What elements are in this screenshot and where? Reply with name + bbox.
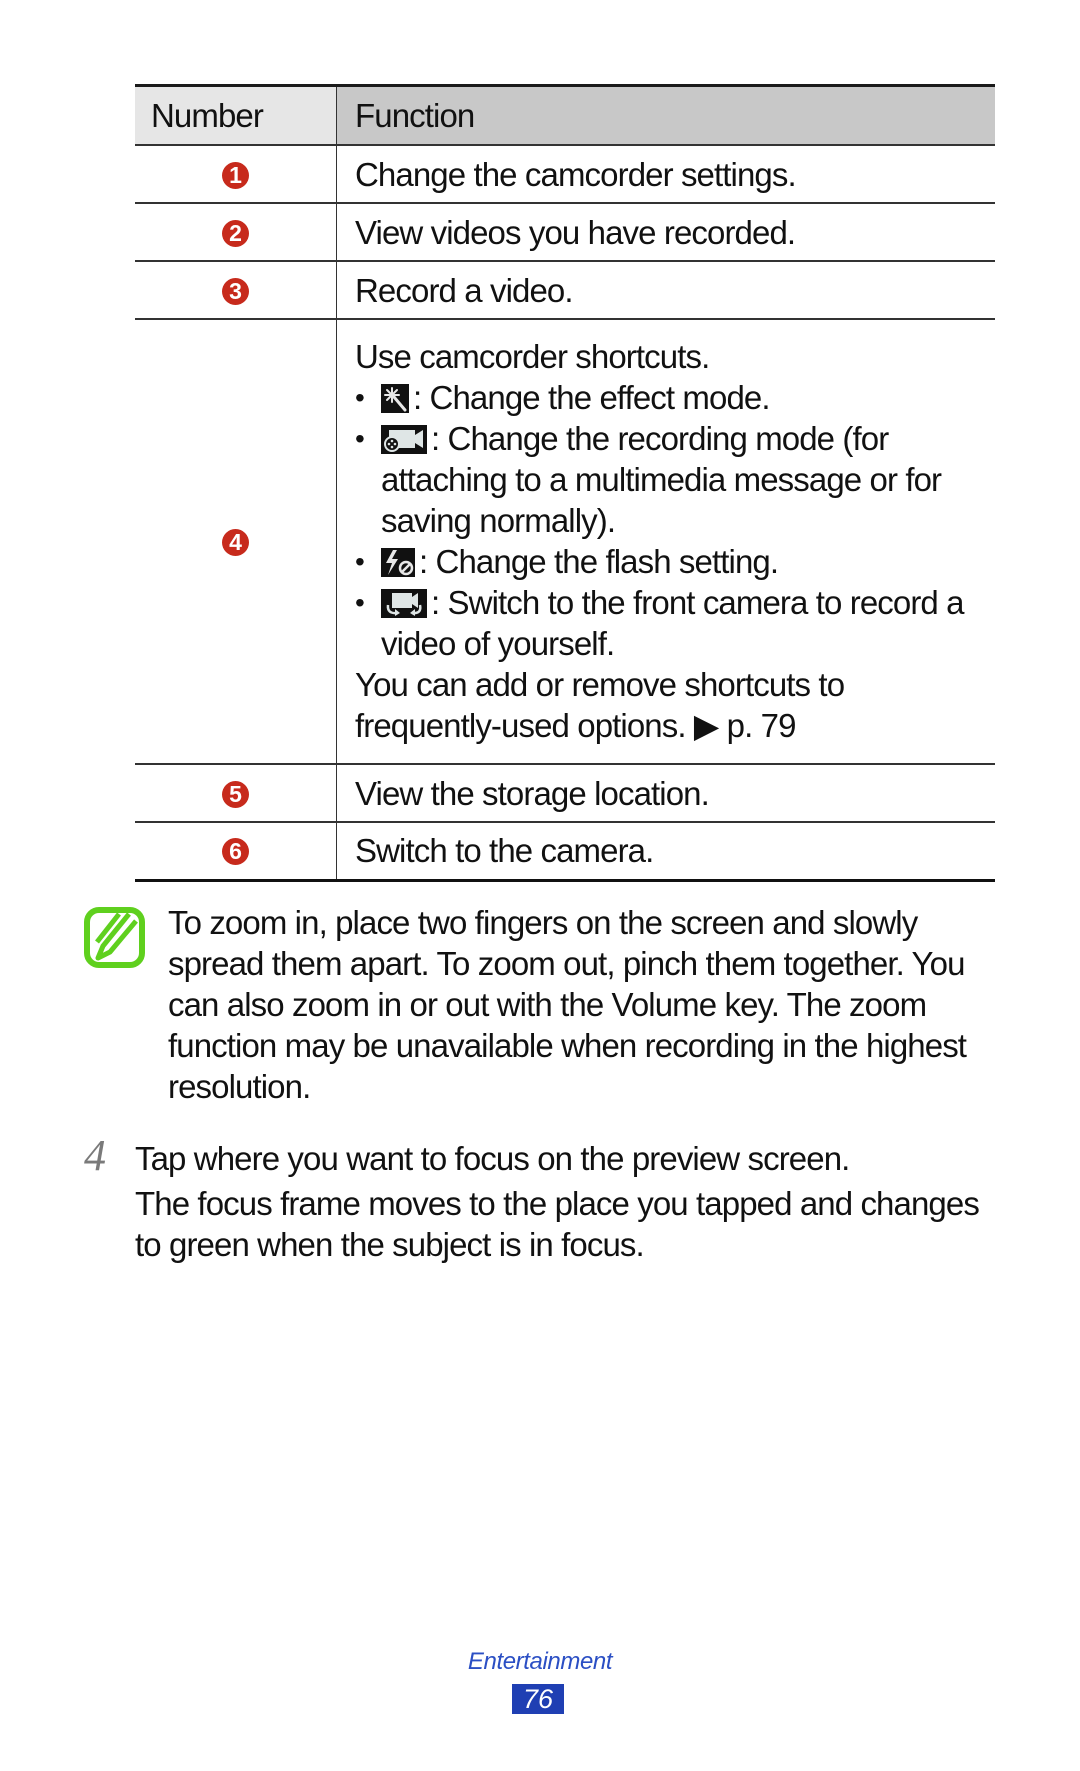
bullet: • bbox=[355, 422, 365, 454]
shortcuts-outro: You can add or remove shortcuts to frequ… bbox=[355, 665, 845, 744]
shortcut-item: • : Change the effect mode. bbox=[355, 377, 995, 418]
shortcut-text: : Change the effect mode. bbox=[413, 378, 771, 416]
switch-camera-icon bbox=[381, 588, 427, 618]
page-number: 76 bbox=[512, 1684, 564, 1714]
number-badge: 5 bbox=[222, 780, 249, 808]
function-text: View the storage location. bbox=[336, 764, 995, 823]
shortcut-item: • : Change the flash setting. bbox=[355, 541, 995, 582]
note-text: To zoom in, place two fingers on the scr… bbox=[168, 904, 967, 1105]
section-name: Entertainment bbox=[467, 1648, 613, 1675]
number-badge: 1 bbox=[222, 161, 249, 189]
function-text: Change the camcorder settings. bbox=[336, 145, 995, 204]
table-row: 1 Change the camcorder settings. bbox=[135, 145, 995, 204]
header-function: Function bbox=[336, 85, 995, 146]
step-number: 4 bbox=[84, 1131, 106, 1180]
table-row: 2 View videos you have recorded. bbox=[135, 203, 995, 262]
header-number: Number bbox=[135, 85, 337, 146]
shortcut-item: • : Change the recording mode (for attac… bbox=[355, 418, 995, 541]
shortcut-text: : Change the flash setting. bbox=[419, 542, 779, 580]
table-row: 4 Use camcorder shortcuts. • : Change th… bbox=[135, 319, 995, 765]
shortcuts-cell: Use camcorder shortcuts. • : Change the … bbox=[336, 319, 995, 765]
function-text: View videos you have recorded. bbox=[336, 203, 995, 262]
number-badge: 3 bbox=[222, 277, 249, 305]
function-text: Record a video. bbox=[336, 261, 995, 320]
step-description: The focus frame moves to the place you t… bbox=[135, 1185, 980, 1263]
number-badge: 4 bbox=[222, 529, 249, 556]
function-text: Switch to the camera. bbox=[336, 822, 995, 882]
effect-mode-icon bbox=[381, 383, 409, 413]
shortcuts-intro: Use camcorder shortcuts. bbox=[355, 337, 710, 375]
function-table: Number Function 1 Change the camcorder s… bbox=[135, 84, 995, 882]
bullet: • bbox=[355, 381, 365, 413]
bullet: • bbox=[355, 586, 365, 618]
step-text: Tap where you want to focus on the previ… bbox=[135, 1140, 850, 1177]
flash-off-icon bbox=[381, 547, 415, 577]
note-pencil-icon bbox=[83, 906, 146, 969]
bullet: • bbox=[355, 545, 365, 577]
table-row: 3 Record a video. bbox=[135, 261, 995, 320]
table-row: 5 View the storage location. bbox=[135, 764, 995, 823]
shortcut-text: : Switch to the front camera to record a… bbox=[381, 583, 964, 662]
table-row: 6 Switch to the camera. bbox=[135, 822, 995, 882]
shortcut-text: : Change the recording mode (for attachi… bbox=[381, 419, 942, 539]
table-header-row: Number Function bbox=[135, 85, 995, 146]
number-badge: 2 bbox=[222, 219, 249, 247]
number-badge: 6 bbox=[222, 838, 249, 866]
shortcut-item: • : Switch to the front camera to record… bbox=[355, 582, 995, 664]
recording-mode-icon bbox=[381, 424, 427, 454]
